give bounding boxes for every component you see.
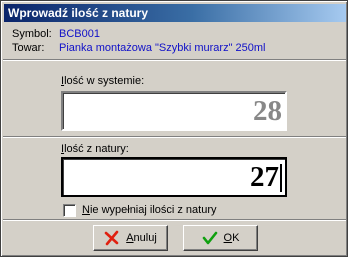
cancel-button-label: Anuluj: [126, 232, 157, 244]
cancel-button[interactable]: Anuluj: [93, 225, 168, 251]
skip-natural-qty-checkbox[interactable]: [63, 203, 76, 217]
separator-bottom: [3, 219, 346, 221]
window-title: Wprowadź ilość z natury: [8, 6, 149, 20]
towar-value: Pianka montażowa "Szybki murarz" 250ml: [59, 42, 266, 54]
title-bar[interactable]: Wprowadź ilość z natury: [4, 4, 346, 22]
system-qty-field: 28: [61, 91, 287, 131]
ok-button[interactable]: OK: [183, 225, 258, 251]
symbol-label: Symbol:: [12, 28, 52, 40]
skip-natural-qty-option[interactable]: Nie wypełniaj ilości z natury: [63, 203, 217, 217]
natural-qty-input[interactable]: 27: [61, 157, 287, 197]
skip-natural-qty-label: Nie wypełniaj ilości z natury: [82, 204, 217, 216]
system-qty-label: Ilość w systemie:: [61, 75, 145, 87]
separator-top: [3, 59, 346, 61]
green-checkmark-icon: [202, 230, 218, 246]
ok-button-label: OK: [223, 232, 240, 244]
red-x-icon: [104, 230, 120, 246]
natural-qty-label: Ilość z natury:: [61, 143, 129, 155]
separator-middle: [3, 136, 346, 138]
towar-label: Towar:: [12, 42, 45, 54]
natural-qty-value: 27: [250, 161, 279, 193]
text-caret: [280, 164, 282, 192]
symbol-value: BCB001: [59, 28, 100, 40]
dialog-window: Wprowadź ilość z natury Symbol: BCB001 T…: [0, 0, 348, 257]
